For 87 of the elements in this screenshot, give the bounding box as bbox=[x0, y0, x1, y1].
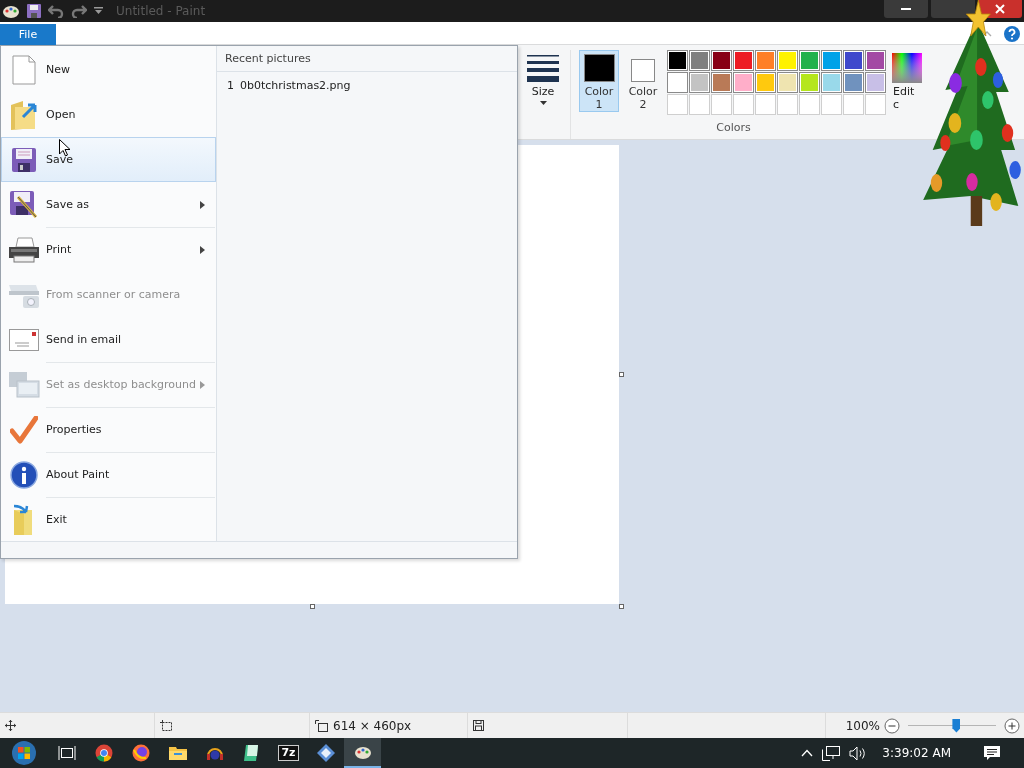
color-swatch[interactable] bbox=[755, 72, 776, 93]
menu-item[interactable]: New bbox=[1, 47, 216, 92]
color-swatch[interactable] bbox=[865, 72, 886, 93]
edit-colors-button[interactable]: Edit c bbox=[890, 50, 924, 115]
selection-icon bbox=[160, 719, 173, 732]
color-swatch[interactable] bbox=[777, 50, 798, 71]
menu-item[interactable]: Send in email bbox=[1, 317, 216, 362]
color-swatch[interactable] bbox=[799, 72, 820, 93]
menu-item[interactable]: Exit bbox=[1, 497, 216, 542]
menu-item[interactable]: About Paint bbox=[1, 452, 216, 497]
recent-file-item[interactable]: 1 0b0tchristmas2.png bbox=[217, 72, 517, 99]
move-icon bbox=[5, 720, 16, 731]
color-swatch[interactable] bbox=[689, 72, 710, 93]
taskbar-app-button[interactable] bbox=[344, 738, 381, 768]
submenu-arrow-icon bbox=[200, 246, 205, 254]
network-icon[interactable] bbox=[822, 745, 841, 761]
envelope-icon bbox=[9, 328, 39, 351]
clock[interactable]: 3:39:02 AM bbox=[882, 746, 951, 760]
color-swatch[interactable] bbox=[711, 72, 732, 93]
color-selector-button[interactable]: Color 1 bbox=[579, 50, 619, 112]
caret-icon bbox=[539, 101, 547, 105]
floppy-pencil-icon bbox=[10, 190, 38, 219]
canvas-size-icon bbox=[315, 719, 328, 732]
color-swatch[interactable] bbox=[821, 50, 842, 71]
color-swatch[interactable] bbox=[865, 50, 886, 71]
color-swatch[interactable] bbox=[733, 72, 754, 93]
group-label: Colors bbox=[716, 121, 751, 134]
color-swatch[interactable] bbox=[799, 50, 820, 71]
zoom-slider[interactable] bbox=[908, 717, 996, 734]
color-swatch[interactable] bbox=[777, 72, 798, 93]
zoom-in-button[interactable] bbox=[1004, 717, 1020, 734]
help-icon[interactable] bbox=[1004, 26, 1020, 42]
resize-handle[interactable] bbox=[310, 604, 315, 609]
recent-pictures-heading: Recent pictures bbox=[217, 46, 517, 72]
color-swatch[interactable] bbox=[689, 50, 710, 71]
menu-item[interactable]: Save as bbox=[1, 182, 216, 227]
color-selector-button[interactable]: Color 2 bbox=[623, 50, 663, 112]
browser-icon bbox=[131, 744, 150, 762]
blank-page-icon bbox=[12, 54, 36, 85]
color-spectrum-icon bbox=[892, 53, 922, 83]
volume-icon[interactable] bbox=[849, 745, 868, 761]
notebook-icon bbox=[243, 744, 260, 762]
browser-icon bbox=[94, 744, 113, 762]
task-view-icon bbox=[57, 745, 76, 761]
start-orb-icon bbox=[11, 740, 37, 766]
zoom-level: 100% bbox=[845, 718, 880, 733]
folder-icon bbox=[168, 745, 187, 761]
undo-icon[interactable] bbox=[48, 4, 64, 18]
submenu-arrow-icon bbox=[200, 201, 205, 209]
zoom-out-button[interactable] bbox=[884, 717, 900, 734]
color-swatch[interactable] bbox=[667, 50, 688, 71]
taskbar-app-button[interactable]: 7z bbox=[270, 738, 307, 768]
minimize-button[interactable] bbox=[884, 0, 928, 18]
color-swatch[interactable] bbox=[733, 50, 754, 71]
resize-handle[interactable] bbox=[619, 372, 624, 377]
size-button[interactable]: Size bbox=[522, 50, 564, 112]
menu-item[interactable]: Print bbox=[1, 227, 216, 272]
window-title: Untitled - Paint bbox=[116, 4, 206, 18]
close-icon bbox=[995, 4, 1005, 14]
diamond-icon bbox=[316, 744, 335, 762]
image-dimensions: 614 × 460px bbox=[333, 718, 412, 733]
maximize-button[interactable] bbox=[931, 0, 975, 18]
file-tab[interactable]: File bbox=[0, 24, 56, 45]
minimize-icon bbox=[901, 8, 911, 10]
color-swatch[interactable] bbox=[667, 72, 688, 93]
menu-item[interactable]: Save bbox=[1, 137, 216, 182]
printer-icon bbox=[8, 236, 40, 263]
info-icon bbox=[10, 460, 38, 489]
submenu-arrow-icon bbox=[200, 381, 205, 389]
color-swatch[interactable] bbox=[755, 50, 776, 71]
resize-handle[interactable] bbox=[619, 604, 624, 609]
monitors-icon bbox=[8, 370, 40, 399]
dropdown-icon[interactable] bbox=[94, 7, 103, 15]
color-swatch[interactable] bbox=[821, 72, 842, 93]
notification-icon[interactable] bbox=[984, 745, 1000, 761]
save-icon[interactable] bbox=[27, 4, 41, 18]
color-swatch[interactable] bbox=[843, 72, 864, 93]
redo-icon[interactable] bbox=[71, 4, 87, 18]
cursor-icon bbox=[59, 139, 71, 157]
archiver-icon: 7z bbox=[278, 745, 299, 761]
checkmark-icon bbox=[10, 415, 38, 444]
folder-arrow-icon bbox=[9, 98, 39, 131]
line-width-icon bbox=[527, 54, 559, 82]
menu-item[interactable]: Properties bbox=[1, 407, 216, 452]
menu-item[interactable]: Open bbox=[1, 92, 216, 137]
color-swatch[interactable] bbox=[711, 50, 732, 71]
color-swatch[interactable] bbox=[843, 50, 864, 71]
